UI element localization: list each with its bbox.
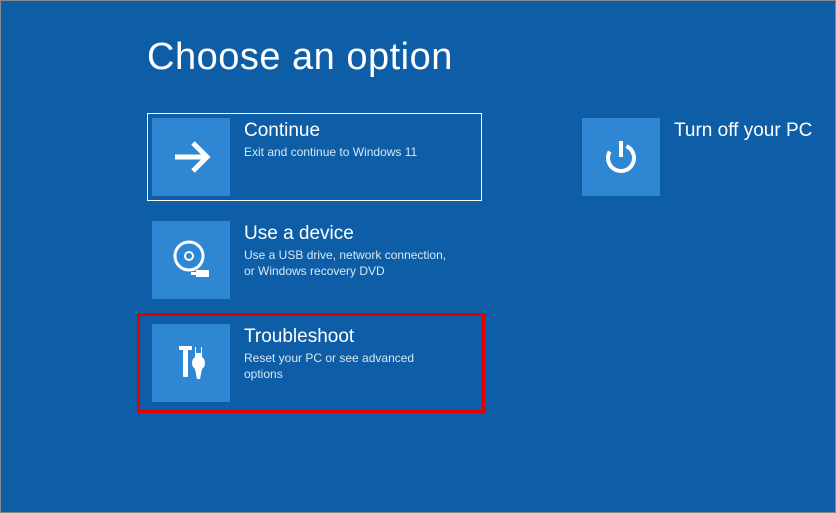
turn-off-tile[interactable]: Turn off your PC xyxy=(577,113,817,201)
use-device-title: Use a device xyxy=(244,223,454,245)
power-icon xyxy=(582,118,660,196)
continue-desc: Exit and continue to Windows 11 xyxy=(244,144,417,160)
turn-off-title: Turn off your PC xyxy=(674,120,812,142)
use-device-desc: Use a USB drive, network connection, or … xyxy=(244,247,454,279)
continue-title: Continue xyxy=(244,120,417,142)
page-title: Choose an option xyxy=(147,36,453,79)
troubleshoot-desc: Reset your PC or see advanced options xyxy=(244,350,454,382)
continue-tile[interactable]: Continue Exit and continue to Windows 11 xyxy=(147,113,482,201)
troubleshoot-title: Troubleshoot xyxy=(244,326,454,348)
options-area: Continue Exit and continue to Windows 11… xyxy=(147,113,817,407)
disc-usb-icon xyxy=(152,221,230,299)
troubleshoot-tile[interactable]: Troubleshoot Reset your PC or see advanc… xyxy=(147,319,482,407)
tools-icon xyxy=(152,324,230,402)
use-device-tile[interactable]: Use a device Use a USB drive, network co… xyxy=(147,216,482,304)
arrow-right-icon xyxy=(152,118,230,196)
